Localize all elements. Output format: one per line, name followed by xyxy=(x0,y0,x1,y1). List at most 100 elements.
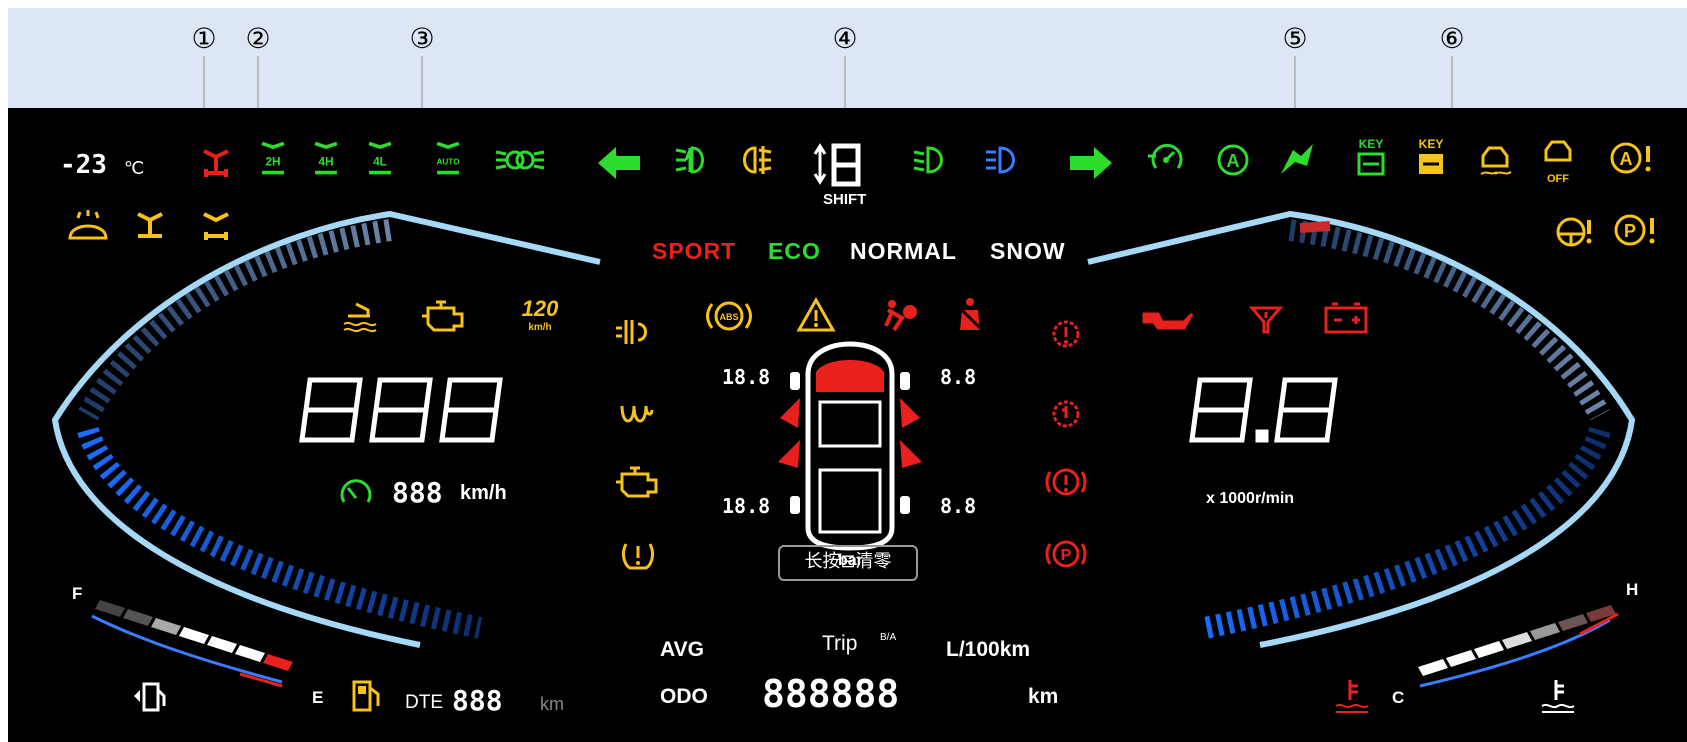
fuel-blue-line xyxy=(91,614,283,684)
coolant-temp-icon xyxy=(1536,676,1576,716)
side-light-icon xyxy=(492,140,548,180)
trip-ab-label: B/A xyxy=(880,632,897,643)
odo-unit: km xyxy=(1028,685,1059,708)
svg-text:A: A xyxy=(1227,151,1240,171)
trip-label: Trip xyxy=(822,632,858,655)
fuel-door-icon xyxy=(130,676,170,716)
fuel-pump-icon xyxy=(346,676,386,716)
key-green-text: KEY xyxy=(1359,137,1384,151)
washer-fluid-icon xyxy=(66,208,110,248)
tire-pressure-warning-icon xyxy=(618,534,658,574)
odo-value: 888888 xyxy=(762,672,900,716)
stability-control-icon xyxy=(1475,140,1515,180)
left-dial-outline xyxy=(51,210,601,648)
diff-lock-yellow-icon xyxy=(130,206,170,246)
temp-blue-line xyxy=(1419,618,1611,688)
temp-cold-label: C xyxy=(1392,688,1405,707)
fuel-empty-label: E xyxy=(312,688,324,707)
tire-rear-left: 18.8 xyxy=(722,494,771,518)
right-dial-outline xyxy=(1087,210,1636,648)
axle-lock-yellow-icon xyxy=(196,206,236,246)
brake-warning-icon xyxy=(1045,462,1087,502)
stability-off-text: OFF xyxy=(1547,173,1569,185)
tach-seven-seg xyxy=(1189,377,1338,443)
stability-off-icon: OFF xyxy=(1538,136,1578,186)
fuel-economy-unit: L/100km xyxy=(946,638,1031,661)
cruise-control-icon xyxy=(1146,138,1186,178)
outside-temp-value: -23 xyxy=(60,150,107,180)
lane-assist-icon xyxy=(1277,140,1317,180)
drive-4l-icon: 4L xyxy=(360,138,400,178)
coolant-level-icon xyxy=(340,296,380,336)
glow-plug-icon xyxy=(616,392,656,432)
seatbelt-icon xyxy=(950,296,990,336)
key-yellow-icon: KEY xyxy=(1413,136,1449,182)
mode-snow: SNOW xyxy=(990,238,1066,264)
drive-2h-text: 2H xyxy=(265,154,280,168)
tire-front-left: 18.8 xyxy=(722,365,771,389)
steering-warning-icon xyxy=(1553,212,1593,252)
engine-check-icon-2 xyxy=(614,462,660,502)
drive-auto-icon: AUTO xyxy=(428,138,468,178)
front-fog-icon xyxy=(672,140,712,180)
shift-label: SHIFT xyxy=(823,191,867,208)
redline-mark xyxy=(1299,221,1331,233)
fuel-filter-icon xyxy=(1246,298,1286,338)
mode-eco: ECO xyxy=(768,238,821,264)
abs-text: ABS xyxy=(719,312,738,322)
airbag-icon xyxy=(880,296,920,336)
cruise-speed-value: 888 xyxy=(392,476,443,509)
high-beam-icon xyxy=(982,140,1022,180)
dial-graphics xyxy=(51,210,1636,688)
car-top-view xyxy=(778,341,922,551)
svg-text:P: P xyxy=(1061,547,1072,564)
epb-warning-icon: P xyxy=(1612,210,1658,250)
speed-seven-seg xyxy=(299,377,503,443)
speed-limit-icon: 120 km/h xyxy=(516,294,564,336)
left-dial-ticks-bottom xyxy=(77,426,483,639)
right-dial-ticks-bottom xyxy=(1202,426,1611,639)
outside-temp-unit: ℃ xyxy=(124,158,145,178)
reset-hint-badge: 长按⊟清零 xyxy=(778,545,918,581)
turn-left-icon xyxy=(596,143,642,183)
parking-brake-icon: P xyxy=(1045,534,1087,574)
diff-lock-red-icon xyxy=(196,143,236,183)
fuel-full-label: F xyxy=(72,584,83,603)
dte-value: 888 xyxy=(452,684,503,717)
turn-right-icon xyxy=(1068,143,1114,183)
drive-4h-text: 4H xyxy=(318,154,333,168)
dpf-icon xyxy=(612,312,656,352)
drive-2h-icon: 2H xyxy=(253,138,293,178)
drive-4l-text: 4L xyxy=(373,154,387,168)
avg-label: AVG xyxy=(660,638,704,661)
cluster-diagram: ① ② ③ ④ ⑤ ⑥ -23 ℃ 2H 4H 4L AUTO SHIFT A … xyxy=(0,0,1687,742)
transmission-temp-icon xyxy=(1046,394,1086,434)
battery-icon xyxy=(1322,298,1370,338)
svg-text:P: P xyxy=(1624,221,1636,241)
tach-unit: x 1000r/min xyxy=(1206,490,1295,507)
drive-4h-icon: 4H xyxy=(306,138,346,178)
drive-auto-text: AUTO xyxy=(436,157,460,166)
odo-label: ODO xyxy=(660,685,708,708)
low-beam-icon xyxy=(910,140,950,180)
auto-hold-warning-icon: A xyxy=(1608,138,1656,178)
rear-fog-icon xyxy=(735,140,775,180)
coolant-temp-hot-icon xyxy=(1330,676,1370,716)
tire-rear-right: 8.8 xyxy=(940,494,977,518)
mode-sport: SPORT xyxy=(652,238,737,264)
mode-normal: NORMAL xyxy=(850,238,957,264)
temp-hot-label: H xyxy=(1626,580,1639,599)
speed-limit-unit: km/h xyxy=(528,322,551,333)
fuel-gauge-bar xyxy=(95,600,293,671)
abs-icon: ABS xyxy=(706,296,752,336)
key-yellow-text: KEY xyxy=(1419,137,1444,151)
hazard-warning-icon xyxy=(796,296,836,336)
cruise-speed-unit: km/h xyxy=(460,482,507,504)
gear-display-icon xyxy=(812,140,866,188)
auto-hold-icon: A xyxy=(1213,140,1253,180)
svg-text:A: A xyxy=(1620,149,1633,169)
oil-pressure-icon xyxy=(1140,298,1196,338)
brake-system-icon xyxy=(1046,314,1086,354)
dte-label: DTE xyxy=(405,692,443,713)
key-green-icon: KEY xyxy=(1353,136,1389,182)
